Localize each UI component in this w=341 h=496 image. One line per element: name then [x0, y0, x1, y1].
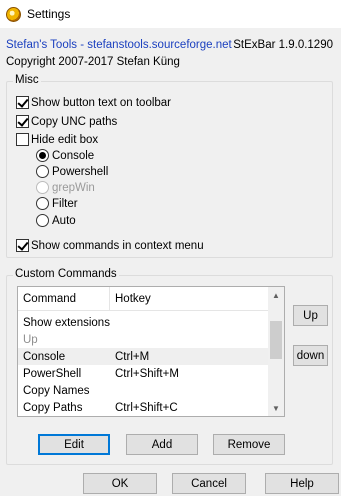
scroll-up-icon[interactable]: ▲ — [268, 287, 284, 303]
window-title: Settings — [27, 7, 71, 21]
list-item[interactable]: Copy Paths Ctrl+Shift+C — [18, 399, 270, 416]
command-cell: Up — [23, 333, 38, 346]
title-bar[interactable]: Settings — [0, 0, 341, 28]
column-header-command[interactable]: Command — [18, 287, 110, 310]
radio-auto[interactable]: Auto — [36, 214, 76, 227]
copy-unc-paths-checkbox[interactable]: Copy UNC paths — [16, 115, 117, 128]
misc-group-legend: Misc — [13, 74, 41, 86]
checkbox-box[interactable] — [16, 115, 29, 128]
hotkey-cell: Ctrl+Shift+M — [115, 367, 179, 380]
hotkey-cell: Ctrl+Shift+C — [115, 401, 178, 414]
ok-button[interactable]: OK — [83, 473, 157, 494]
hotkey-cell: Ctrl+M — [115, 350, 150, 363]
checkbox-box[interactable] — [16, 133, 29, 146]
list-item[interactable]: Show extensions — [18, 314, 270, 331]
hide-edit-box-label: Hide edit box — [31, 133, 99, 146]
radio-powershell-label: Powershell — [52, 165, 109, 178]
command-cell: Copy Paths — [23, 401, 83, 414]
add-button[interactable]: Add — [126, 434, 198, 455]
radio-grepwin-label: grepWin — [52, 181, 95, 194]
custom-commands-legend: Custom Commands — [13, 268, 119, 280]
radio-button[interactable] — [36, 149, 49, 162]
radio-grepwin: grepWin — [36, 181, 95, 194]
edit-button[interactable]: Edit — [38, 434, 110, 455]
radio-button[interactable] — [36, 214, 49, 227]
cancel-button[interactable]: Cancel — [172, 473, 246, 494]
show-commands-label: Show commands in context menu — [31, 239, 204, 252]
radio-button — [36, 181, 49, 194]
command-cell: PowerShell — [23, 367, 82, 380]
vertical-scrollbar[interactable]: ▲ ▼ — [268, 287, 284, 416]
version-label: StExBar 1.9.0.1290 — [233, 39, 333, 51]
app-icon — [6, 6, 21, 22]
list-item[interactable]: PowerShell Ctrl+Shift+M — [18, 365, 270, 382]
command-cell: Console — [23, 350, 66, 363]
show-button-text-checkbox[interactable]: Show button text on toolbar — [16, 96, 171, 109]
scroll-down-icon[interactable]: ▼ — [268, 400, 284, 416]
radio-filter[interactable]: Filter — [36, 197, 78, 210]
radio-button[interactable] — [36, 197, 49, 210]
scroll-thumb[interactable] — [270, 321, 282, 359]
move-down-button[interactable]: down — [293, 345, 328, 366]
custom-commands-list[interactable]: Command Hotkey Show extensions Up Consol… — [17, 286, 285, 417]
website-link[interactable]: Stefan's Tools - stefanstools.sourceforg… — [6, 39, 232, 51]
radio-console-label: Console — [52, 149, 95, 162]
command-cell: Show extensions — [23, 316, 110, 329]
hide-edit-box-checkbox[interactable]: Hide edit box — [16, 133, 98, 146]
column-header-hotkey[interactable]: Hotkey — [110, 287, 270, 310]
help-button[interactable]: Help — [265, 473, 339, 494]
command-cell: Copy Names — [23, 384, 90, 397]
copy-unc-paths-label: Copy UNC paths — [31, 115, 118, 128]
radio-powershell[interactable]: Powershell — [36, 165, 108, 178]
radio-button[interactable] — [36, 165, 49, 178]
list-item-selected[interactable]: Console Ctrl+M — [18, 348, 270, 365]
show-commands-context-menu-checkbox[interactable]: Show commands in context menu — [16, 239, 204, 252]
list-item[interactable]: Copy Names — [18, 382, 270, 399]
move-up-button[interactable]: Up — [293, 305, 328, 326]
checkbox-box[interactable] — [16, 96, 29, 109]
checkbox-box[interactable] — [16, 239, 29, 252]
radio-filter-label: Filter — [52, 197, 78, 210]
list-header: Command Hotkey — [18, 287, 270, 311]
show-button-text-label: Show button text on toolbar — [31, 96, 172, 109]
copyright-label: Copyright 2007-2017 Stefan Küng — [6, 56, 180, 68]
radio-auto-label: Auto — [52, 214, 76, 227]
list-item[interactable]: Up — [18, 331, 270, 348]
radio-console[interactable]: Console — [36, 149, 94, 162]
remove-button[interactable]: Remove — [213, 434, 285, 455]
